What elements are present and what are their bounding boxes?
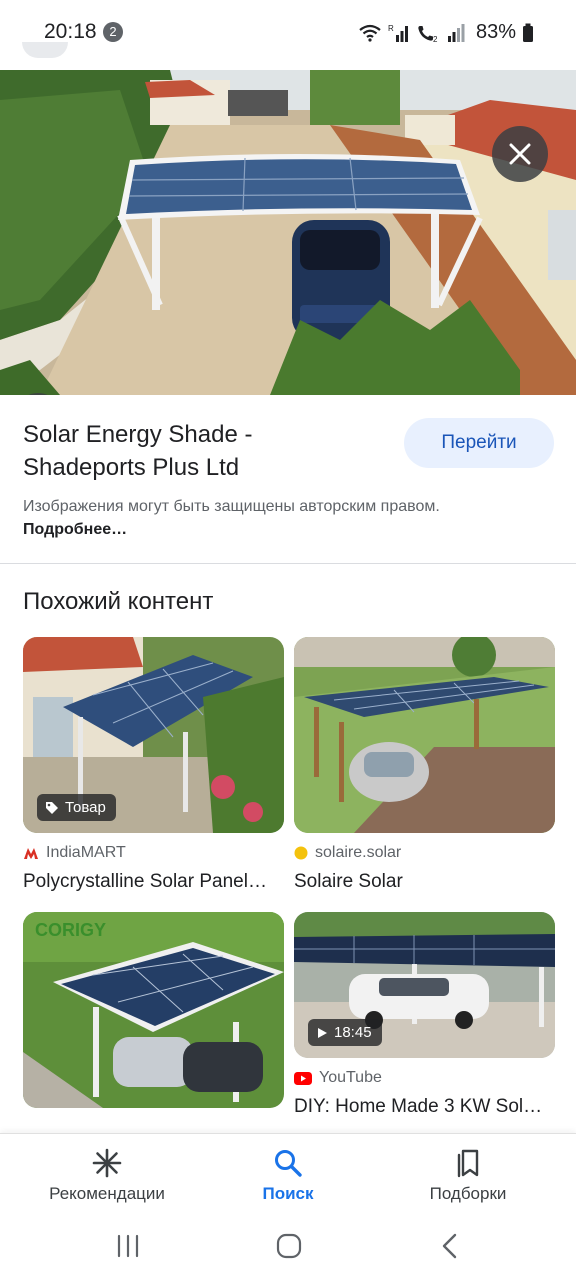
solaire-dot-icon bbox=[294, 846, 308, 860]
wifi-icon bbox=[359, 24, 381, 42]
status-icons: R 2 83% bbox=[358, 21, 534, 44]
home-icon[interactable] bbox=[276, 1233, 302, 1259]
card-source: IndiaMART bbox=[23, 843, 284, 863]
volte-call-icon: 2 bbox=[418, 25, 438, 43]
video-duration: 18:45 bbox=[334, 1024, 372, 1041]
card-source: YouTube bbox=[294, 1068, 555, 1088]
similar-content-heading: Похожий контент bbox=[23, 588, 214, 615]
learn-more-link[interactable]: Подробнее… bbox=[23, 521, 127, 538]
status-time: 20:18 bbox=[44, 20, 97, 43]
search-icon bbox=[275, 1150, 302, 1177]
battery-icon bbox=[523, 23, 533, 42]
indiamart-logo-icon bbox=[24, 848, 38, 859]
avatar-partial[interactable] bbox=[22, 42, 68, 58]
signal-bars-icon bbox=[447, 23, 465, 42]
signal-r-icon: R bbox=[388, 24, 408, 42]
nav-collections-label: Подборки bbox=[429, 1184, 507, 1203]
card-title[interactable]: Solaire Solar bbox=[294, 871, 555, 893]
nav-search-label: Поиск bbox=[262, 1184, 314, 1203]
product-badge: Товар bbox=[37, 794, 116, 821]
close-button[interactable] bbox=[492, 126, 548, 182]
video-duration-badge: 18:45 bbox=[308, 1019, 382, 1046]
carport-thumbnail-2 bbox=[294, 637, 555, 833]
nav-collections[interactable]: Подборки bbox=[378, 1148, 558, 1204]
bottom-navigation: Рекомендации Поиск Подборки bbox=[0, 1133, 576, 1215]
status-bar: 20:18 2 R 2 83% bbox=[0, 0, 576, 64]
visit-button[interactable]: Перейти bbox=[404, 418, 554, 468]
battery-percent: 83% bbox=[475, 21, 516, 43]
copyright-notice: Изображения могут быть защищены авторски… bbox=[23, 495, 543, 541]
card-title[interactable]: Polycrystalline Solar Panel… bbox=[23, 871, 284, 893]
card-title[interactable]: DIY: Home Made 3 KW Sol… bbox=[294, 1096, 555, 1118]
copyright-text: Изображения могут быть защищены авторски… bbox=[23, 498, 440, 515]
recent-apps-icon[interactable] bbox=[116, 1233, 140, 1259]
hero-image[interactable] bbox=[0, 70, 576, 395]
product-badge-label: Товар bbox=[65, 799, 106, 816]
image-title[interactable]: Solar Energy Shade - Shadeports Plus Ltd bbox=[23, 418, 353, 484]
system-navigation-bar bbox=[0, 1215, 576, 1280]
nav-recommendations-label: Рекомендации bbox=[49, 1184, 165, 1203]
svg-text:R: R bbox=[388, 24, 394, 33]
card-source-label: IndiaMART bbox=[46, 844, 126, 861]
similar-card[interactable]: solaire.solar Solaire Solar bbox=[294, 637, 555, 893]
bookmarks-icon bbox=[457, 1149, 479, 1178]
similar-card[interactable]: CORIGY bbox=[23, 912, 284, 1108]
card-thumbnail[interactable]: CORIGY bbox=[23, 912, 284, 1108]
nav-search[interactable]: Поиск bbox=[198, 1148, 378, 1204]
tag-icon bbox=[46, 801, 58, 814]
card-thumbnail[interactable] bbox=[294, 637, 555, 833]
corigy-watermark: CORIGY bbox=[35, 920, 107, 940]
carport-photo bbox=[0, 70, 576, 395]
card-source-label: YouTube bbox=[319, 1069, 382, 1086]
card-thumbnail[interactable]: Товар bbox=[23, 637, 284, 833]
svg-text:2: 2 bbox=[433, 35, 438, 43]
nav-recommendations[interactable]: Рекомендации bbox=[17, 1148, 197, 1204]
asterisk-icon bbox=[92, 1148, 122, 1178]
similar-card[interactable]: 18:45 YouTube DIY: Home Made 3 KW Sol… bbox=[294, 912, 555, 1118]
carport-thumbnail-3 bbox=[23, 912, 284, 1108]
card-source-label: solaire.solar bbox=[315, 844, 402, 861]
back-icon[interactable] bbox=[440, 1233, 460, 1259]
youtube-icon bbox=[294, 1071, 312, 1085]
notification-count-badge: 2 bbox=[103, 22, 123, 42]
divider bbox=[0, 563, 576, 564]
close-icon bbox=[509, 143, 531, 165]
play-icon bbox=[318, 1027, 327, 1038]
card-thumbnail[interactable]: 18:45 bbox=[294, 912, 555, 1058]
card-source: solaire.solar bbox=[294, 843, 555, 863]
similar-card[interactable]: Товар IndiaMART Polycrystalline Solar Pa… bbox=[23, 637, 284, 893]
